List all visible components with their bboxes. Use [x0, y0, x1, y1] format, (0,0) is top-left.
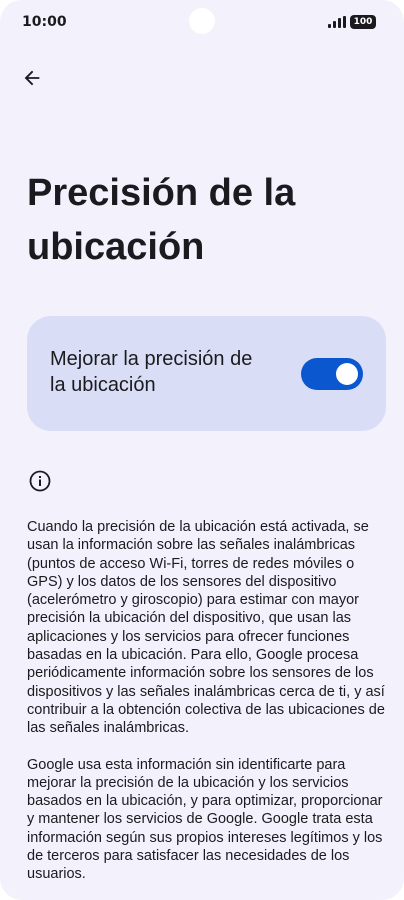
info-icon: [28, 469, 52, 493]
status-bar: 10:00 100: [0, 0, 404, 46]
accuracy-toggle-switch[interactable]: [301, 358, 363, 390]
signal-icon: [328, 16, 346, 28]
battery-icon: 100: [350, 15, 376, 29]
status-time: 10:00: [22, 14, 67, 30]
toggle-knob: [336, 363, 358, 385]
info-text: Cuando la precisión de la ubicación está…: [27, 518, 387, 900]
page-title: Precisión de la ubicación: [27, 172, 296, 268]
info-paragraph: Cuando la precisión de la ubicación está…: [27, 519, 385, 737]
info-paragraph: Google usa esta información sin identifi…: [27, 756, 383, 883]
settings-screen: 10:00 100 Precisión de la ubicación Mejo…: [0, 0, 404, 900]
improve-accuracy-setting[interactable]: Mejorar la precisión de la ubicación: [27, 316, 386, 431]
camera-cutout: [189, 8, 215, 34]
back-arrow-icon: [24, 70, 40, 86]
setting-label: Mejorar la precisión de la ubicación: [50, 348, 253, 396]
back-button[interactable]: [14, 60, 50, 96]
